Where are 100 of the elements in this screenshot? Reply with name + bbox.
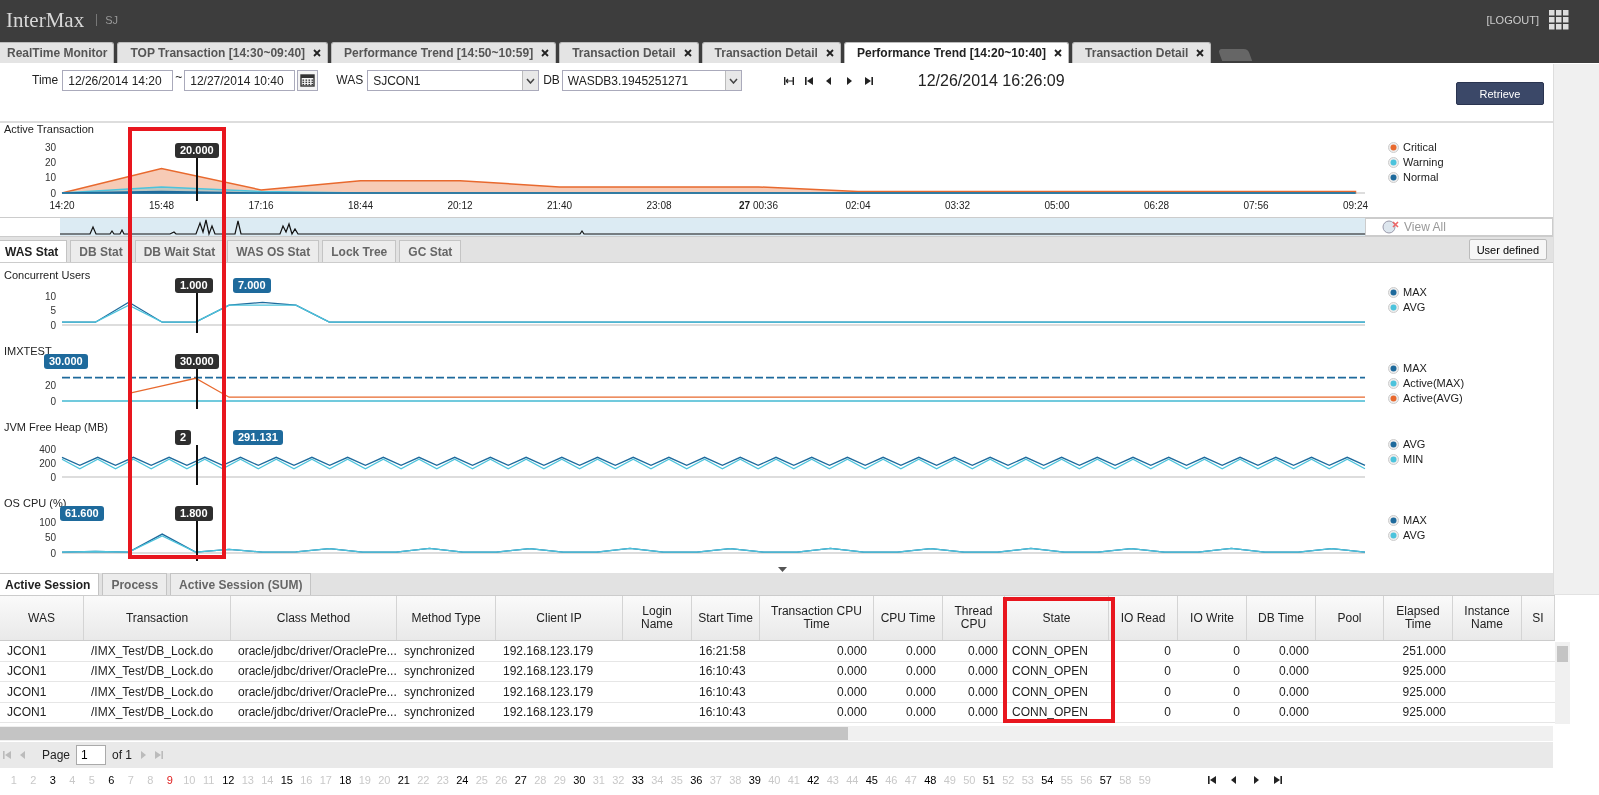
- axis-label: 20: [44, 156, 56, 168]
- axis-label: 23:08: [646, 200, 672, 211]
- axis-label: 02:04: [845, 200, 871, 211]
- field-label: DB: [543, 73, 560, 87]
- axis-label: 0: [50, 471, 56, 483]
- axis-label: 27 00:36: [739, 200, 778, 211]
- table-cell-text: synchronized: [403, 683, 476, 701]
- table-cell-text: 0.000: [904, 704, 937, 722]
- table-cell-text: 16:10:43: [698, 683, 747, 701]
- value-tooltip: 1.800: [175, 506, 213, 521]
- page-label: Page: [42, 748, 71, 762]
- table-cell-text: 251.000: [1401, 642, 1447, 660]
- axis-label: 18:44: [348, 200, 373, 211]
- user-name: SJ: [105, 14, 118, 26]
- axis-label: 200: [39, 457, 56, 469]
- table-cell-text: 0: [1232, 704, 1241, 722]
- table-cell-text: 0.000: [1277, 683, 1310, 701]
- value-tooltip: 30.000: [175, 354, 219, 369]
- axis-label: 15:48: [149, 200, 174, 211]
- table-cell-text: 0.000: [904, 683, 937, 701]
- table-cell-text: 925.000: [1401, 683, 1447, 701]
- axis-label: 20:12: [447, 200, 473, 211]
- table-cell-text: oracle/jdbc/driver/OraclePre...: [237, 663, 397, 681]
- table-cell-text: CONN_OPEN: [1011, 663, 1089, 681]
- table-cell-text: 16:10:43: [698, 663, 747, 681]
- axis-label: 09:24: [1343, 200, 1368, 211]
- table-cell-text: 0: [1163, 683, 1172, 701]
- table-cell-text: /IMX_Test/DB_Lock.do: [90, 683, 215, 701]
- chart-title: Concurrent Users: [4, 269, 91, 281]
- axis-label: 14:20: [49, 200, 75, 211]
- field-label: Time: [32, 73, 59, 87]
- logo: InterMax: [6, 7, 85, 33]
- table-cell-text: 192.168.123.179: [502, 663, 595, 681]
- axis-label: 50: [44, 532, 56, 544]
- table-cell-text: 0.000: [835, 704, 868, 722]
- value-tooltip: 61.600: [60, 506, 104, 521]
- table-cell-text: 0.000: [966, 642, 999, 660]
- axis-label: 400: [39, 444, 56, 456]
- table-cell-text: oracle/jdbc/driver/OraclePre...: [237, 704, 397, 722]
- axis-label: 17:16: [248, 200, 274, 211]
- table-cell-text: 0.000: [1277, 642, 1310, 660]
- table-cell-text: JCON1: [6, 704, 48, 722]
- table-cell-text: 192.168.123.179: [502, 642, 595, 660]
- table-cell-text: /IMX_Test/DB_Lock.do: [90, 704, 215, 722]
- value-tooltip: 1.000: [175, 278, 213, 293]
- table-cell-text: 0.000: [835, 683, 868, 701]
- table-cell-text: 0: [1232, 642, 1241, 660]
- field-label: WAS: [336, 73, 364, 87]
- axis-label: 0: [50, 547, 56, 559]
- table-cell-text: /IMX_Test/DB_Lock.do: [90, 642, 215, 660]
- value-tooltip: 7.000: [233, 278, 271, 293]
- table-cell-text: 16:10:43: [698, 704, 747, 722]
- table-cell-text: 0.000: [966, 663, 999, 681]
- table-cell-text: 0: [1163, 642, 1172, 660]
- table-cell-text: 0.000: [835, 642, 868, 660]
- table-cell-text: 0.000: [1277, 704, 1310, 722]
- table-cell-text: 0.000: [966, 683, 999, 701]
- axis-label: 20: [44, 380, 56, 392]
- axis-label: 21:40: [547, 200, 572, 211]
- page-count: of 1: [112, 748, 133, 762]
- table-cell-text: synchronized: [403, 642, 476, 660]
- table-cell-text: CONN_OPEN: [1011, 704, 1089, 722]
- axis-label: 100: [39, 516, 56, 528]
- table-cell-text: 0: [1232, 663, 1241, 681]
- value-tooltip: 30.000: [44, 354, 88, 369]
- value-tooltip: 20.000: [175, 143, 219, 158]
- chart-title: JVM Free Heap (MB): [4, 421, 108, 433]
- table-cell-text: 0: [1163, 704, 1172, 722]
- range-separator: ~: [175, 70, 183, 84]
- axis-label: 0: [50, 395, 56, 407]
- axis-label: 10: [44, 172, 56, 184]
- table-cell-text: 0.000: [835, 663, 868, 681]
- axis-label: 30: [44, 141, 56, 153]
- axis-label: 07:56: [1243, 200, 1269, 211]
- table-cell-text: 0.000: [904, 642, 937, 660]
- table-cell-text: CONN_OPEN: [1011, 642, 1089, 660]
- table-cell-text: 0.000: [904, 663, 937, 681]
- table-cell-text: JCON1: [6, 642, 48, 660]
- axis-label: 0: [50, 187, 56, 199]
- table-cell-text: 0.000: [966, 704, 999, 722]
- table-cell-text: 0: [1163, 663, 1172, 681]
- table-cell-text: 0: [1232, 683, 1241, 701]
- axis-label: 0: [50, 319, 56, 331]
- value-tooltip: 291.131: [233, 430, 283, 445]
- table-cell-text: synchronized: [403, 704, 476, 722]
- chart-title: Active Transaction: [4, 123, 94, 135]
- table-cell-text: synchronized: [403, 663, 476, 681]
- table-cell-text: /IMX_Test/DB_Lock.do: [90, 663, 215, 681]
- axis-label: 06:28: [1144, 200, 1169, 211]
- table-cell-text: oracle/jdbc/driver/OraclePre...: [237, 683, 397, 701]
- axis-label: 5: [50, 305, 56, 317]
- value-tooltip: 2: [175, 430, 192, 445]
- table-cell-text: oracle/jdbc/driver/OraclePre...: [237, 642, 397, 660]
- table-cell-text: 925.000: [1401, 663, 1447, 681]
- table-cell-text: 192.168.123.179: [502, 683, 595, 701]
- table-cell-text: 16:21:58: [698, 642, 747, 660]
- axis-label: 03:32: [945, 200, 970, 211]
- table-cell-text: 192.168.123.179: [502, 704, 595, 722]
- table-cell-text: JCON1: [6, 663, 48, 681]
- table-cell-text: 0.000: [1277, 663, 1310, 681]
